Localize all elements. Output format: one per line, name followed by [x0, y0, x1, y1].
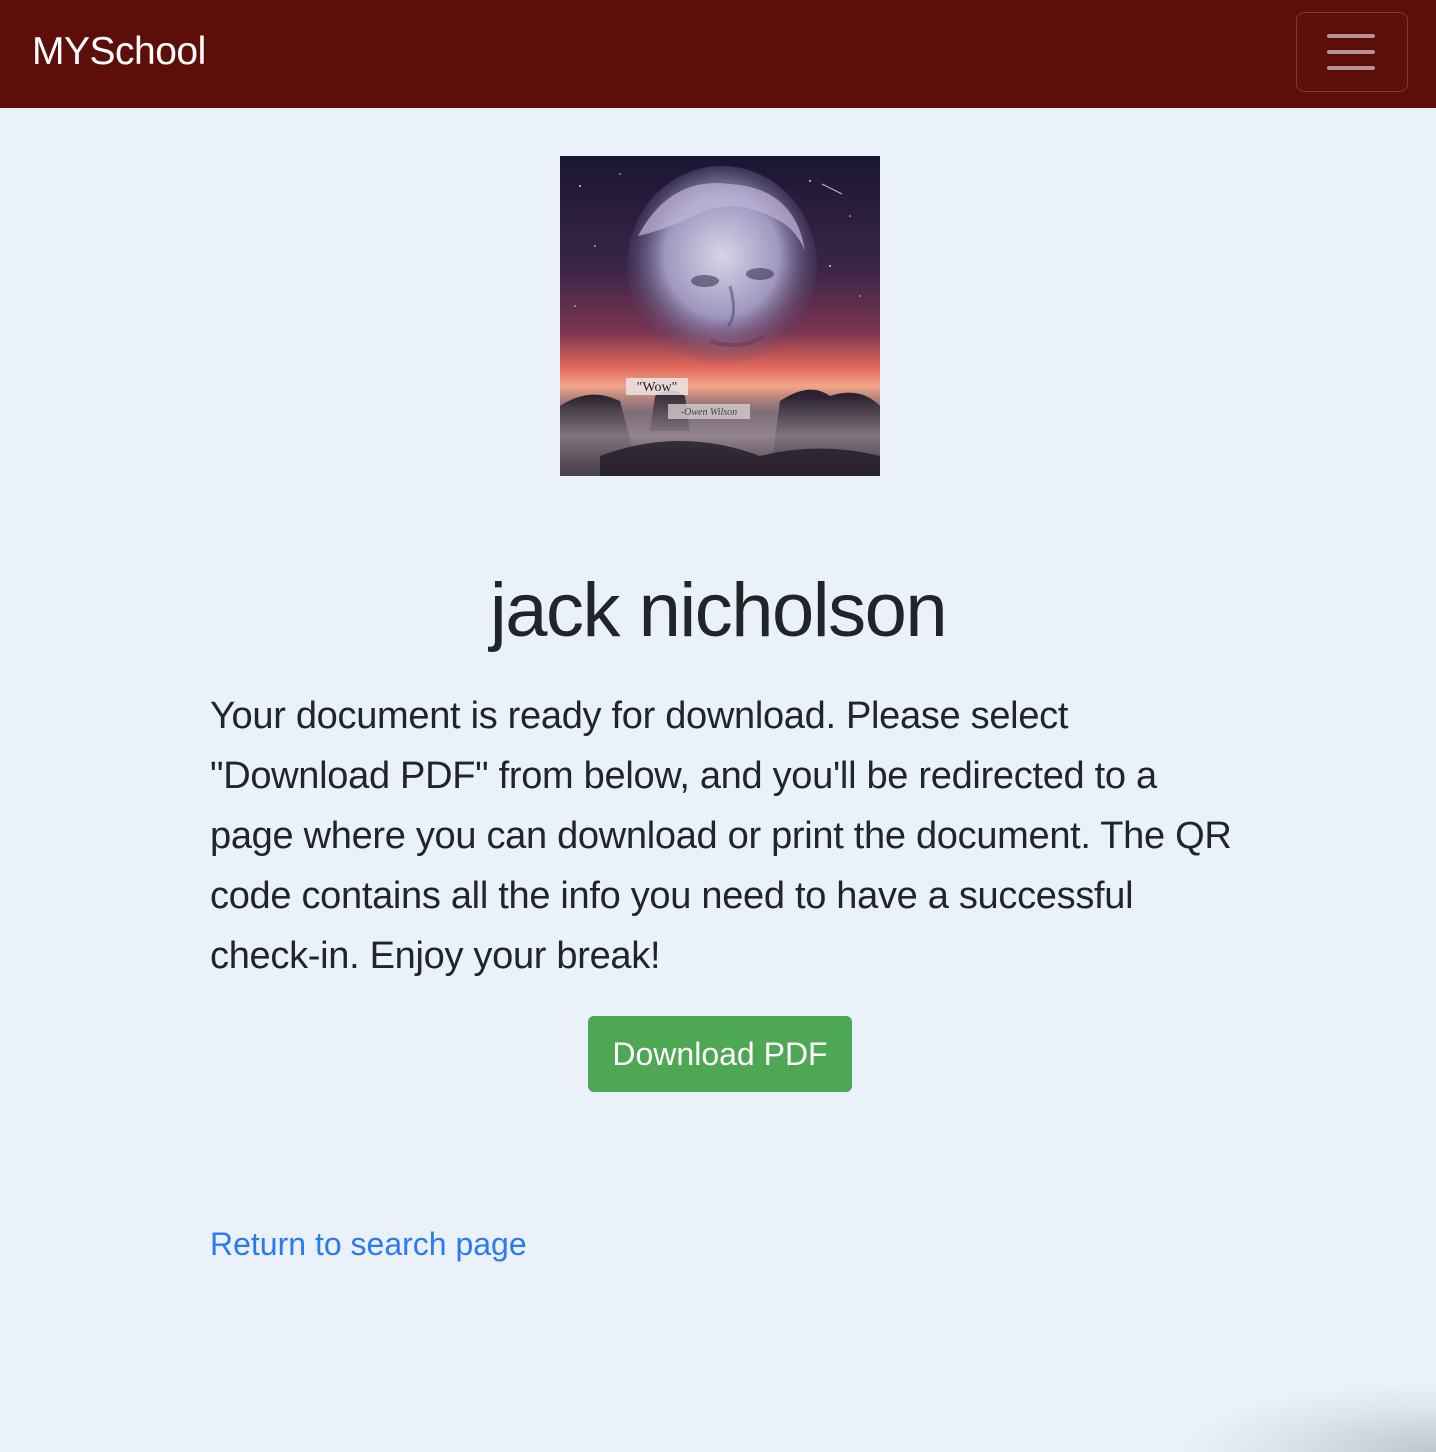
hamburger-menu-icon: [1327, 34, 1375, 70]
download-pdf-button[interactable]: Download PDF: [588, 1016, 852, 1092]
caption-quote: "Wow": [637, 380, 678, 395]
window-corner-shadow: [1176, 1382, 1436, 1452]
caption-author: -Owen Wilson: [681, 407, 737, 418]
return-to-search-link[interactable]: Return to search page: [210, 1222, 527, 1266]
profile-image: "Wow" -Owen Wilson: [560, 156, 880, 476]
top-navbar: MYSchool: [0, 0, 1436, 108]
download-message: Your document is ready for download. Ple…: [210, 695, 1232, 977]
brand-link[interactable]: MYSchool: [32, 26, 206, 78]
person-name-heading: jack nicholson: [489, 568, 948, 653]
navbar-toggler-button[interactable]: [1296, 12, 1408, 92]
